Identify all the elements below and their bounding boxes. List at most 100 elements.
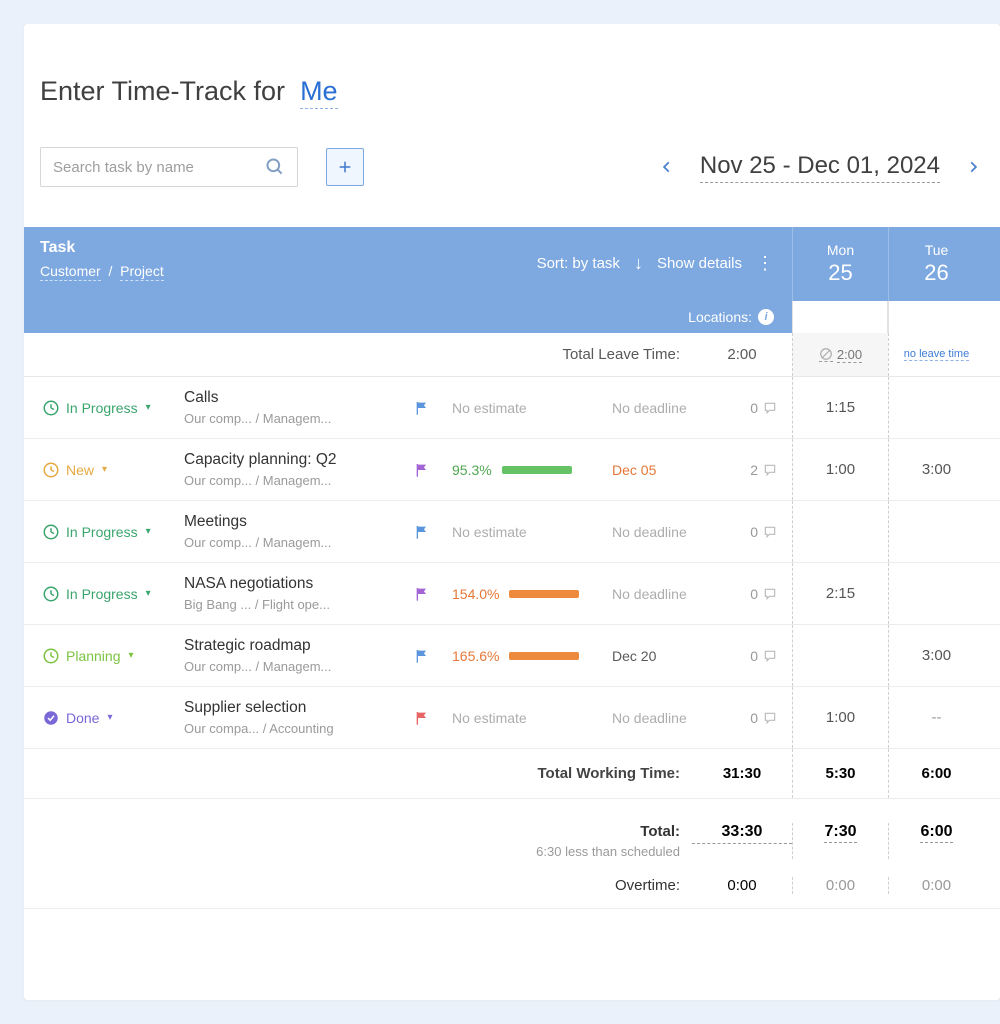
flag-icon (414, 647, 430, 665)
task-project: Our comp... / Managem... (184, 659, 414, 674)
flag-cell[interactable] (414, 501, 452, 562)
task-row: New▾Capacity planning: Q2Our comp... / M… (24, 439, 1000, 501)
status-selector[interactable]: New▾ (24, 439, 184, 500)
deadline[interactable]: No deadline (612, 563, 732, 624)
deadline[interactable]: No deadline (612, 687, 732, 748)
comments[interactable]: 2 (732, 439, 792, 500)
status-selector[interactable]: Planning▾ (24, 625, 184, 686)
status-icon (42, 399, 60, 417)
flag-icon (414, 523, 430, 541)
time-cell-mon[interactable]: 1:15 (792, 377, 888, 438)
leave-label: Total Leave Time: (24, 346, 692, 363)
status-selector[interactable]: Done▾ (24, 687, 184, 748)
sort-toggle[interactable]: Sort: by task (537, 255, 620, 272)
estimate-cell[interactable]: No estimate (452, 687, 612, 748)
task-row: Planning▾Strategic roadmapOur comp... / … (24, 625, 1000, 687)
date-range[interactable]: Nov 25 - Dec 01, 2024 (700, 152, 940, 183)
estimate-percent: 154.0% (452, 586, 499, 602)
day-header-mon[interactable]: Mon 25 (792, 227, 888, 301)
task-project: Our comp... / Managem... (184, 473, 414, 488)
prev-week-icon[interactable] (656, 156, 678, 178)
show-details-toggle[interactable]: Show details (657, 255, 742, 272)
comments[interactable]: 0 (732, 501, 792, 562)
time-cell-tue[interactable]: -- (888, 687, 984, 748)
search-icon[interactable] (265, 157, 285, 177)
time-cell-tue[interactable]: 3:00 (888, 439, 984, 500)
time-cell-mon[interactable]: 2:15 (792, 563, 888, 624)
sort-direction-icon[interactable]: ↓ (634, 253, 643, 274)
deadline[interactable]: Dec 05 (612, 439, 732, 500)
target-selector[interactable]: Me (300, 76, 338, 109)
overtime-mon: 0:00 (792, 877, 888, 894)
comment-icon (762, 587, 778, 601)
status-selector[interactable]: In Progress▾ (24, 377, 184, 438)
leave-value: 2:00 (837, 347, 862, 363)
task-cell[interactable]: Capacity planning: Q2Our comp... / Manag… (184, 439, 414, 500)
flag-cell[interactable] (414, 377, 452, 438)
no-estimate: No estimate (452, 710, 527, 726)
task-cell[interactable]: NASA negotiationsBig Bang ... / Flight o… (184, 563, 414, 624)
comments[interactable]: 0 (732, 687, 792, 748)
search-input[interactable] (53, 159, 265, 176)
filter-customer[interactable]: Customer (40, 263, 101, 281)
time-cell-mon[interactable] (792, 625, 888, 686)
no-estimate: No estimate (452, 400, 527, 416)
task-cell[interactable]: Strategic roadmapOur comp... / Managem..… (184, 625, 414, 686)
comments[interactable]: 0 (732, 377, 792, 438)
estimate-cell[interactable]: 154.0% (452, 563, 612, 624)
task-project: Our compa... / Accounting (184, 721, 414, 736)
comment-icon (762, 401, 778, 415)
task-name: NASA negotiations (184, 575, 414, 593)
deadline[interactable]: No deadline (612, 377, 732, 438)
time-cell-mon[interactable]: 1:00 (792, 439, 888, 500)
flag-cell[interactable] (414, 563, 452, 624)
day-header-tue[interactable]: Tue 26 (888, 227, 984, 301)
estimate-cell[interactable]: No estimate (452, 377, 612, 438)
status-selector[interactable]: In Progress ▾ (24, 563, 184, 624)
search-box[interactable] (40, 147, 298, 187)
task-cell[interactable]: MeetingsOur comp... / Managem... (184, 501, 414, 562)
working-mon: 5:30 (792, 749, 888, 798)
leave-tue[interactable]: no leave time (888, 333, 984, 376)
flag-icon (414, 585, 430, 603)
time-cell-tue[interactable]: 3:00 (888, 625, 984, 686)
status-label: In Progress (66, 586, 138, 602)
status-icon (42, 709, 60, 727)
deadline[interactable]: No deadline (612, 501, 732, 562)
task-project: Our comp... / Managem... (184, 411, 414, 426)
time-cell-tue[interactable] (888, 377, 984, 438)
estimate-bar (509, 590, 579, 598)
more-options-icon[interactable]: ⋮ (756, 253, 774, 274)
time-cell-mon[interactable] (792, 501, 888, 562)
chevron-down-icon: ▾ (146, 588, 151, 599)
grand-total[interactable]: 33:30 (692, 823, 792, 844)
comments[interactable]: 0 (732, 625, 792, 686)
comment-icon (762, 711, 778, 725)
estimate-cell[interactable]: 95.3% (452, 439, 612, 500)
time-cell-tue[interactable] (888, 501, 984, 562)
no-leave-link[interactable]: no leave time (904, 348, 969, 361)
time-cell-tue[interactable] (888, 563, 984, 624)
flag-cell[interactable] (414, 439, 452, 500)
add-button[interactable] (326, 148, 364, 186)
grand-mon[interactable]: 7:30 (792, 823, 888, 859)
leave-mon[interactable]: 2:00 (792, 333, 888, 376)
time-cell-mon[interactable]: 1:00 (792, 687, 888, 748)
comments[interactable]: 0 (732, 563, 792, 624)
grand-total-label: Total: (24, 823, 680, 840)
info-icon[interactable]: i (758, 309, 774, 325)
date-nav: Nov 25 - Dec 01, 2024 (656, 152, 984, 183)
status-selector[interactable]: In Progress▾ (24, 501, 184, 562)
task-cell[interactable]: Supplier selectionOur compa... / Account… (184, 687, 414, 748)
estimate-cell[interactable]: 165.6% (452, 625, 612, 686)
deadline[interactable]: Dec 20 (612, 625, 732, 686)
comment-icon (762, 463, 778, 477)
flag-cell[interactable] (414, 687, 452, 748)
filter-project[interactable]: Project (120, 263, 164, 281)
flag-cell[interactable] (414, 625, 452, 686)
estimate-cell[interactable]: No estimate (452, 501, 612, 562)
task-cell[interactable]: CallsOur comp... / Managem... (184, 377, 414, 438)
grand-tue[interactable]: 6:00 (888, 823, 984, 859)
next-week-icon[interactable] (962, 156, 984, 178)
status-icon (42, 461, 60, 479)
